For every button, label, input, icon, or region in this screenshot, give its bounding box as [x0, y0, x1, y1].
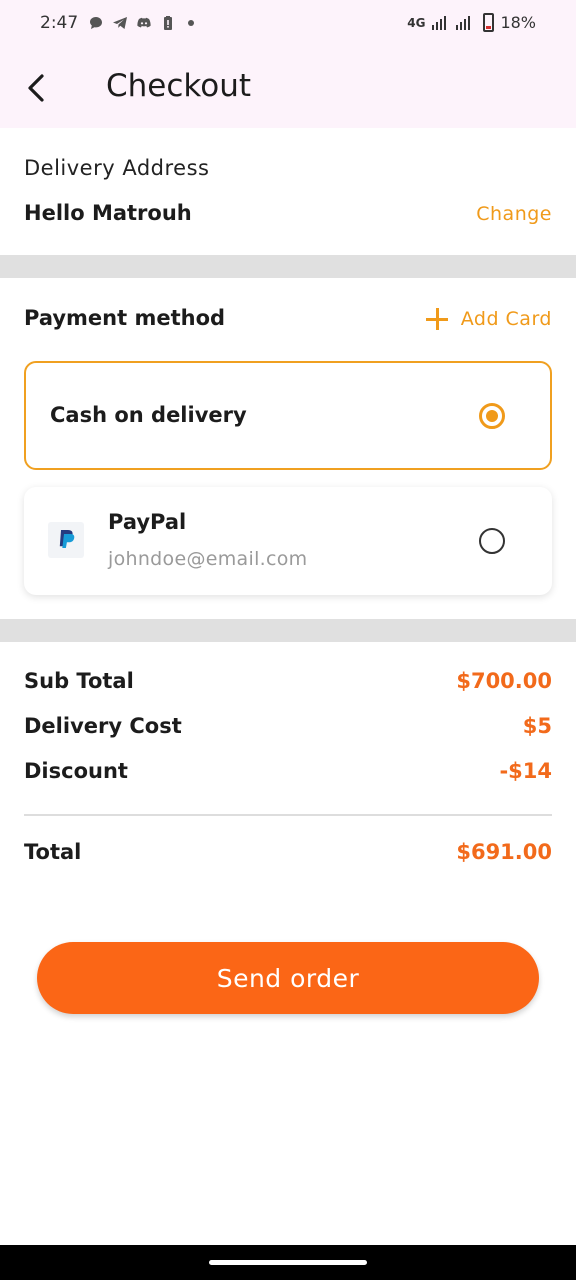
system-navigation-bar	[0, 1245, 576, 1280]
section-divider	[0, 619, 576, 642]
network-type: 4G	[407, 15, 426, 30]
payment-option-cash[interactable]: Cash on delivery	[24, 361, 552, 470]
delivery-address-section	[0, 128, 576, 255]
send-order-label: Send order	[216, 963, 360, 993]
change-address-link[interactable]: Change	[476, 203, 552, 225]
system-icons: 4G 18%	[407, 13, 536, 32]
telegram-icon	[113, 17, 127, 29]
battery-percent: 18%	[500, 13, 536, 32]
discount-row: Discount -$14	[24, 759, 552, 783]
payment-option-label: PayPal	[108, 510, 187, 534]
send-order-button[interactable]: Send order	[37, 942, 539, 1014]
status-time: 2:47	[40, 13, 79, 33]
chat-icon	[90, 17, 102, 29]
total-row: Total $691.00	[24, 840, 552, 864]
total-value: $691.00	[456, 840, 552, 864]
delivery-address-label: Delivery Address	[24, 156, 210, 180]
status-bar: 2:47 4G 18%	[0, 0, 576, 48]
discount-label: Discount	[24, 759, 128, 783]
payment-option-paypal[interactable]: PayPal johndoe@email.com	[24, 487, 552, 595]
page-title: Checkout	[106, 68, 252, 104]
home-gesture-handle[interactable]	[209, 1260, 367, 1265]
signal-icon	[432, 15, 447, 30]
plus-icon	[425, 307, 449, 331]
back-button[interactable]	[18, 68, 58, 108]
radio-unselected-icon[interactable]	[479, 528, 505, 554]
payment-method-title: Payment method	[24, 306, 226, 330]
add-card-label: Add Card	[460, 308, 552, 330]
dot-icon	[188, 20, 194, 26]
signal-icon	[456, 15, 471, 30]
radio-selected-icon[interactable]	[479, 403, 505, 429]
paypal-logo-icon	[48, 522, 84, 558]
battery-icon	[483, 13, 495, 32]
payment-option-label: Cash on delivery	[50, 403, 247, 427]
app-bar: Checkout	[0, 48, 576, 128]
summary-divider	[24, 814, 552, 816]
delivery-address-value: Hello Matrouh	[24, 201, 192, 225]
delivery-cost-value: $5	[522, 714, 552, 738]
subtotal-label: Sub Total	[24, 669, 134, 693]
back-arrow-icon	[28, 74, 44, 102]
discord-icon	[137, 17, 151, 28]
battery-alert-icon	[164, 16, 172, 30]
discount-value: -$14	[499, 759, 552, 783]
notification-icons	[88, 15, 194, 31]
subtotal-row: Sub Total $700.00	[24, 669, 552, 693]
paypal-email: johndoe@email.com	[108, 548, 308, 570]
delivery-cost-row: Delivery Cost $5	[24, 714, 552, 738]
delivery-cost-label: Delivery Cost	[24, 714, 182, 738]
subtotal-value: $700.00	[456, 669, 552, 693]
add-card-button[interactable]: Add Card	[425, 307, 552, 331]
total-label: Total	[24, 840, 82, 864]
section-divider	[0, 255, 576, 278]
